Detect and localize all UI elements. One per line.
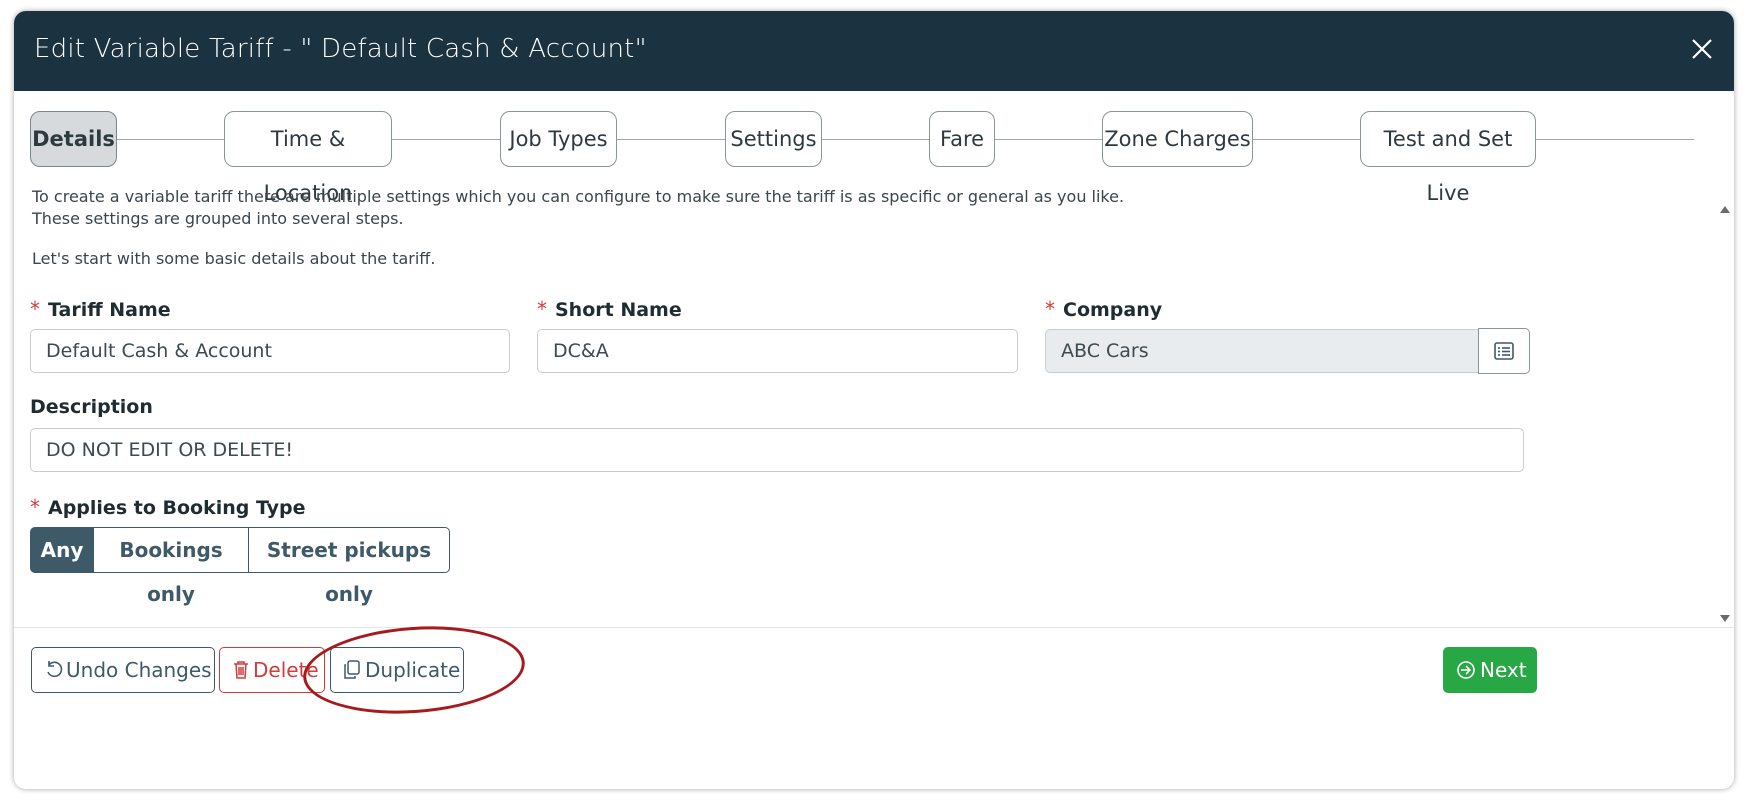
copy-icon (344, 660, 360, 679)
required-marker: * (1045, 297, 1055, 321)
intro-line-2: These settings are grouped into several … (32, 209, 404, 228)
step-job-types[interactable]: Job Types (500, 111, 617, 167)
tariff-name-label: * Tariff Name (30, 297, 171, 321)
intro-line-1: To create a variable tariff there are mu… (32, 187, 1125, 206)
booking-type-bookings-only[interactable]: Bookings only (93, 527, 249, 606)
short-name-input[interactable]: DC&A (537, 329, 1018, 373)
required-marker: * (30, 297, 40, 321)
required-marker: * (30, 495, 40, 519)
close-icon[interactable] (1690, 37, 1714, 61)
duplicate-button[interactable]: Duplicate (330, 647, 464, 693)
delete-label: Delete (253, 658, 319, 682)
description-label: Description (30, 396, 153, 418)
arrow-circle-right-icon (1457, 661, 1475, 679)
undo-changes-label: Undo Changes (66, 658, 212, 682)
undo-changes-button[interactable]: Undo Changes (31, 647, 215, 693)
duplicate-label: Duplicate (365, 658, 461, 682)
booking-type-label: * Applies to Booking Type (30, 495, 306, 519)
scroll-up-arrow[interactable] (1720, 206, 1730, 213)
description-input[interactable]: DO NOT EDIT OR DELETE! (30, 428, 1524, 472)
booking-type-street-pickups[interactable]: Street pickups only (248, 527, 450, 606)
step-details[interactable]: Details (30, 111, 117, 167)
edit-tariff-modal: Edit Variable Tariff - " Default Cash & … (14, 11, 1734, 789)
required-marker: * (537, 297, 547, 321)
tariff-name-input[interactable]: Default Cash & Account (30, 329, 510, 373)
step-time-location[interactable]: Time & Location (224, 111, 392, 205)
footer-divider (14, 627, 1734, 628)
company-input: ABC Cars (1045, 329, 1481, 373)
step-test-set-live[interactable]: Test and Set Live (1360, 111, 1536, 205)
list-icon (1494, 342, 1514, 360)
next-label: Next (1480, 658, 1527, 682)
step-zone-charges[interactable]: Zone Charges (1102, 111, 1253, 167)
trash-icon (234, 661, 248, 679)
undo-icon (47, 661, 63, 678)
step-fare[interactable]: Fare (929, 111, 995, 167)
modal-header: Edit Variable Tariff - " Default Cash & … (14, 11, 1734, 91)
delete-button[interactable]: Delete (219, 647, 325, 693)
modal-title: Edit Variable Tariff - " Default Cash & … (34, 34, 647, 64)
short-name-label: * Short Name (537, 297, 682, 321)
company-label: * Company (1045, 297, 1163, 321)
scroll-down-arrow[interactable] (1720, 615, 1730, 622)
booking-type-any[interactable]: Any (30, 527, 94, 573)
next-button[interactable]: Next (1443, 647, 1537, 693)
intro-line-3: Let's start with some basic details abou… (32, 249, 436, 268)
step-settings[interactable]: Settings (725, 111, 822, 167)
company-lookup-button[interactable] (1478, 328, 1530, 374)
